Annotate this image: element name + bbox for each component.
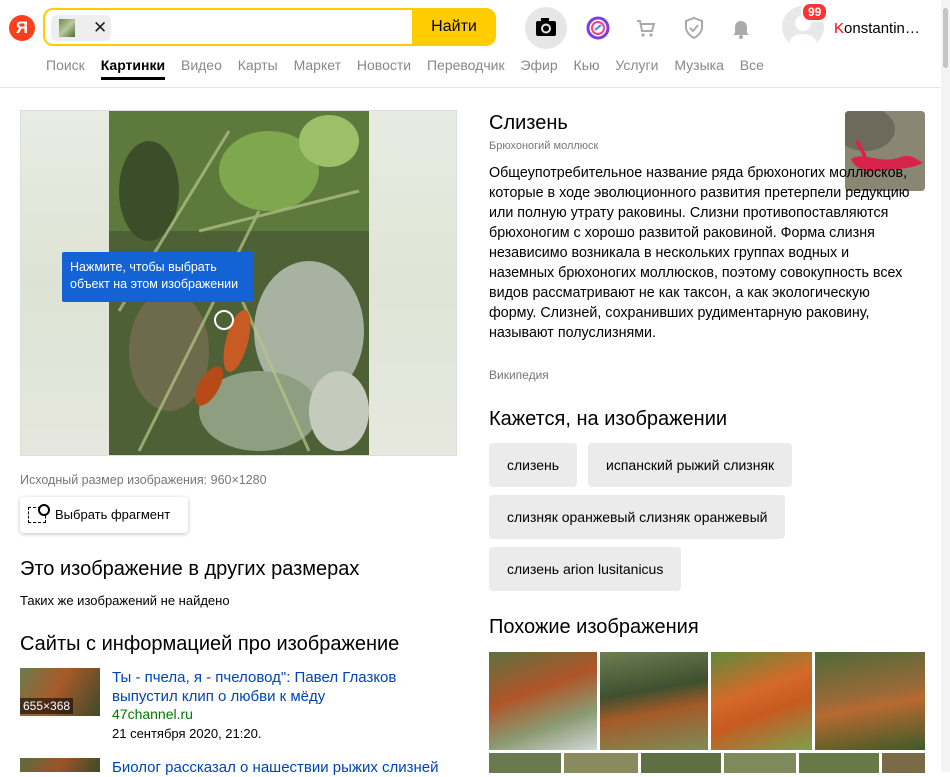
alice-icon[interactable]	[586, 16, 610, 40]
shield-icon[interactable]	[682, 16, 706, 40]
tooltip-line-2: объект на этом изображении	[70, 277, 239, 291]
site-thumbnail-size: 655×368	[20, 698, 74, 714]
similar-image[interactable]	[564, 753, 638, 773]
tab-music[interactable]: Музыка	[674, 57, 724, 73]
scrollbar[interactable]	[941, 0, 950, 772]
similar-image[interactable]	[882, 753, 925, 773]
site-thumbnail[interactable]	[20, 758, 100, 772]
tab-maps[interactable]: Карты	[238, 57, 278, 73]
find-button[interactable]: Найти	[412, 8, 496, 46]
similar-heading: Похожие изображения	[489, 616, 699, 638]
similar-image[interactable]	[641, 753, 721, 773]
tag-chip[interactable]: испанский рыжий слизняк	[588, 443, 793, 487]
search-image-chip[interactable]: ✕	[51, 15, 111, 41]
tab-all[interactable]: Все	[740, 57, 764, 73]
site-link-line-1: Ты - пчела, я - пчеловод": Павел Глазков	[112, 669, 397, 686]
site-thumbnail[interactable]: 655×368	[20, 668, 100, 716]
tab-video[interactable]: Видео	[181, 57, 222, 73]
original-size-text: Исходный размер изображения: 960×1280	[20, 473, 267, 487]
image-blur-right	[369, 111, 456, 455]
username-rest: onstantin…	[844, 20, 920, 37]
tab-images[interactable]: Картинки	[100, 57, 166, 80]
bell-icon[interactable]	[729, 16, 753, 40]
object-select-tooltip: Нажмите, чтобы выбрать объект на этом из…	[62, 252, 254, 302]
remove-image-icon[interactable]: ✕	[93, 18, 107, 38]
site-domain[interactable]: 47channel.ru	[112, 706, 193, 722]
site-link[interactable]: Ты - пчела, я - пчеловод": Павел Глазков…	[112, 668, 396, 706]
tags-heading: Кажется, на изображении	[489, 408, 728, 430]
search-input[interactable]	[117, 14, 411, 42]
similar-image[interactable]	[489, 753, 561, 773]
tab-translator[interactable]: Переводчик	[427, 57, 505, 73]
tab-efir[interactable]: Эфир	[520, 57, 557, 73]
tooltip-line-1: Нажмите, чтобы выбрать	[70, 260, 217, 274]
site-link-line-2: выпустил клип о любви к мёду	[112, 688, 326, 705]
yandex-logo[interactable]: Я	[9, 15, 35, 41]
entity-subtitle: Брюхоногий моллюск	[489, 140, 599, 152]
similar-image[interactable]	[600, 652, 708, 750]
select-fragment-button[interactable]: Выбрать фрагмент	[20, 497, 188, 533]
site-date: 21 сентября 2020, 21:20.	[112, 726, 262, 741]
select-fragment-label: Выбрать фрагмент	[55, 507, 171, 522]
notification-badge: 99	[801, 2, 829, 22]
tab-market[interactable]: Маркет	[294, 57, 341, 73]
tag-chip[interactable]: слизень arion lusitanicus	[489, 547, 682, 591]
entity-title: Слизень	[489, 112, 568, 134]
similar-image[interactable]	[799, 753, 879, 773]
similar-image[interactable]	[489, 652, 597, 750]
crop-search-icon	[28, 504, 50, 523]
service-tabs: Поиск Картинки Видео Карты Маркет Новост…	[46, 57, 776, 80]
other-sizes-empty: Таких же изображений не найдено	[20, 593, 230, 608]
entity-description: Общеупотребительное название ряда брюхон…	[489, 165, 910, 341]
camera-icon	[536, 18, 556, 36]
tab-search[interactable]: Поиск	[46, 57, 85, 73]
tag-chip[interactable]: слизняк оранжевый слизняк оранжевый	[489, 495, 786, 539]
tab-news[interactable]: Новости	[357, 57, 411, 73]
camera-search-button[interactable]	[525, 7, 567, 49]
username[interactable]: Konstantin…	[834, 20, 920, 37]
similar-image[interactable]	[815, 652, 925, 750]
site-link[interactable]: Биолог рассказал о нашествии рыжих слизн…	[112, 758, 439, 777]
entity-source[interactable]: Википедия	[489, 368, 549, 382]
tag-chip[interactable]: слизень	[489, 443, 578, 487]
sites-heading: Сайты с информацией про изображение	[20, 633, 400, 655]
tab-q[interactable]: Кью	[574, 57, 600, 73]
similar-image[interactable]	[711, 652, 812, 750]
header-divider	[0, 87, 950, 88]
other-sizes-heading: Это изображение в других размерах	[20, 558, 360, 580]
cart-icon[interactable]	[634, 16, 658, 40]
object-select-marker[interactable]	[213, 309, 235, 331]
search-image-thumbnail	[59, 19, 75, 37]
username-first-letter: K	[834, 20, 845, 37]
tab-services[interactable]: Услуги	[615, 57, 658, 73]
similar-image[interactable]	[724, 753, 796, 773]
scrollbar-thumb[interactable]	[943, 8, 948, 68]
